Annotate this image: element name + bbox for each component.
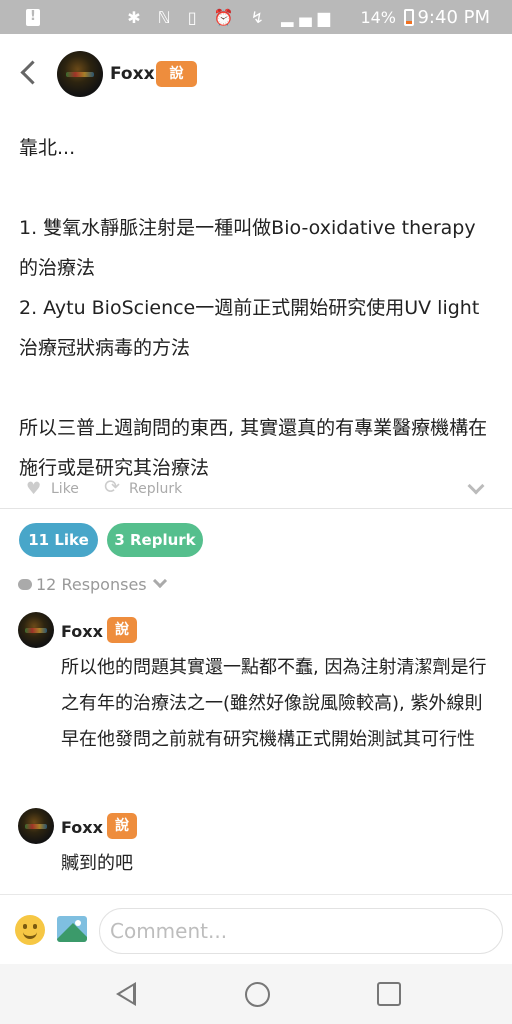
author-name[interactable]: Foxx xyxy=(110,64,155,84)
avatar[interactable] xyxy=(18,808,54,844)
back-arrow-icon[interactable] xyxy=(14,56,46,92)
nav-recent-apps-icon[interactable] xyxy=(377,982,401,1006)
qualifier-badge: 說 xyxy=(156,61,197,87)
emoji-icon[interactable] xyxy=(15,915,45,945)
plurk-actions: ♥ Like ⟳ Replurk xyxy=(0,472,512,508)
navigation-bar xyxy=(0,964,512,1024)
content-line: 1. 雙氧水靜脈注射是一種叫做Bio-oxidative therapy的治療法 xyxy=(19,217,476,279)
qualifier-badge: 說 xyxy=(107,617,137,643)
replurk-icon: ⟳ xyxy=(104,476,120,498)
alert-notification-icon xyxy=(26,9,40,26)
image-icon[interactable] xyxy=(57,916,87,942)
chevron-down-icon xyxy=(152,573,167,589)
avatar[interactable] xyxy=(57,51,103,97)
responses-count: 12 Responses xyxy=(36,575,147,594)
battery-percent: 14% xyxy=(360,8,396,27)
nav-back-icon[interactable] xyxy=(116,982,136,1006)
like-label: Like xyxy=(51,481,79,497)
speech-bubble-icon xyxy=(18,579,32,590)
divider xyxy=(0,508,512,509)
response-text: 所以他的問題其實還一點都不蠢, 因為注射清潔劑是行之有年的治療法之一(雖然好像說… xyxy=(61,657,487,750)
heart-icon: ♥ xyxy=(26,479,42,499)
replurk-count-button[interactable]: 3 Replurk xyxy=(107,523,203,557)
status-icons: ✱ ℕ ▯ ⏰ ↯ ▂▄▆ xyxy=(127,8,336,27)
like-count-button[interactable]: 11 Like xyxy=(19,523,98,557)
responses-toggle[interactable]: 12 Responses xyxy=(18,573,167,594)
chevron-down-icon[interactable] xyxy=(467,477,485,495)
response-text: 贓到的吧 xyxy=(61,853,133,874)
nav-home-icon[interactable] xyxy=(245,982,270,1007)
content-line: 2. Aytu BioScience一週前正式開始研究使用UV light治療冠… xyxy=(19,297,480,359)
replurk-label: Replurk xyxy=(129,481,183,497)
clock: 9:40 PM xyxy=(417,7,490,28)
comment-bar xyxy=(0,894,512,964)
plurk-header: Foxx 說 xyxy=(0,34,512,116)
response-author[interactable]: Foxx xyxy=(61,622,103,641)
comment-input[interactable] xyxy=(99,908,503,954)
battery-icon xyxy=(404,9,414,26)
content-line: 靠北... xyxy=(19,137,76,159)
avatar[interactable] xyxy=(18,612,54,648)
status-bar: ✱ ℕ ▯ ⏰ ↯ ▂▄▆ 14% 9:40 PM xyxy=(0,0,512,34)
response-author[interactable]: Foxx xyxy=(61,818,103,837)
plurk-content: 靠北... 1. 雙氧水靜脈注射是一種叫做Bio-oxidative thera… xyxy=(19,128,489,488)
qualifier-badge: 說 xyxy=(107,813,137,839)
